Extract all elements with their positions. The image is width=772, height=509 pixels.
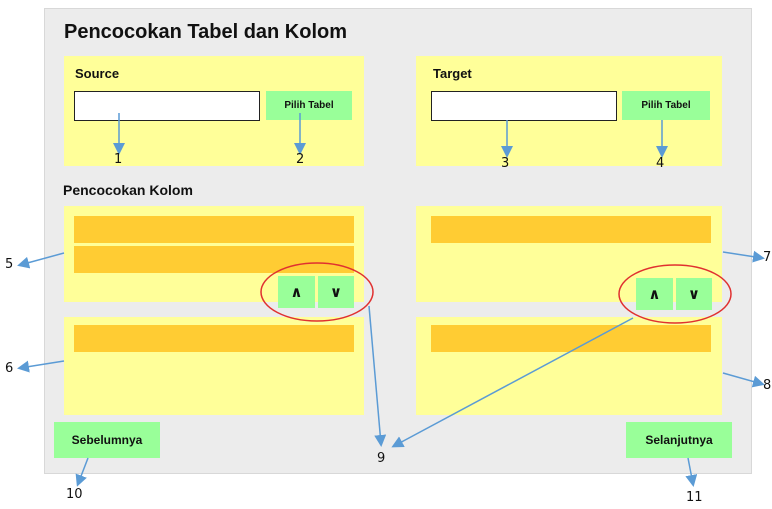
callout-10: 10: [66, 487, 83, 502]
callout-arrow-9a: [368, 305, 387, 447]
callout-arrow-6: [17, 360, 65, 373]
highlight-circle-left: [260, 262, 374, 322]
callout-4: 4: [656, 156, 665, 171]
callout-arrow-7: [722, 250, 765, 263]
callout-9: 9: [377, 451, 386, 466]
callout-8: 8: [763, 378, 772, 393]
callout-arrow-10: [75, 457, 89, 487]
callout-3: 3: [501, 156, 510, 171]
callout-1: 1: [114, 152, 123, 167]
callout-2: 2: [296, 152, 305, 167]
callout-arrow-8: [722, 372, 765, 388]
callout-6: 6: [5, 361, 14, 376]
annotation-overlay: [17, 113, 765, 487]
callout-7: 7: [763, 250, 772, 265]
callout-arrow-9b: [391, 317, 634, 448]
highlight-circle-right: [618, 264, 732, 324]
callout-arrow-11: [685, 457, 698, 487]
callout-5: 5: [5, 257, 14, 272]
callout-11: 11: [686, 490, 703, 505]
callout-arrow-5: [17, 252, 65, 269]
